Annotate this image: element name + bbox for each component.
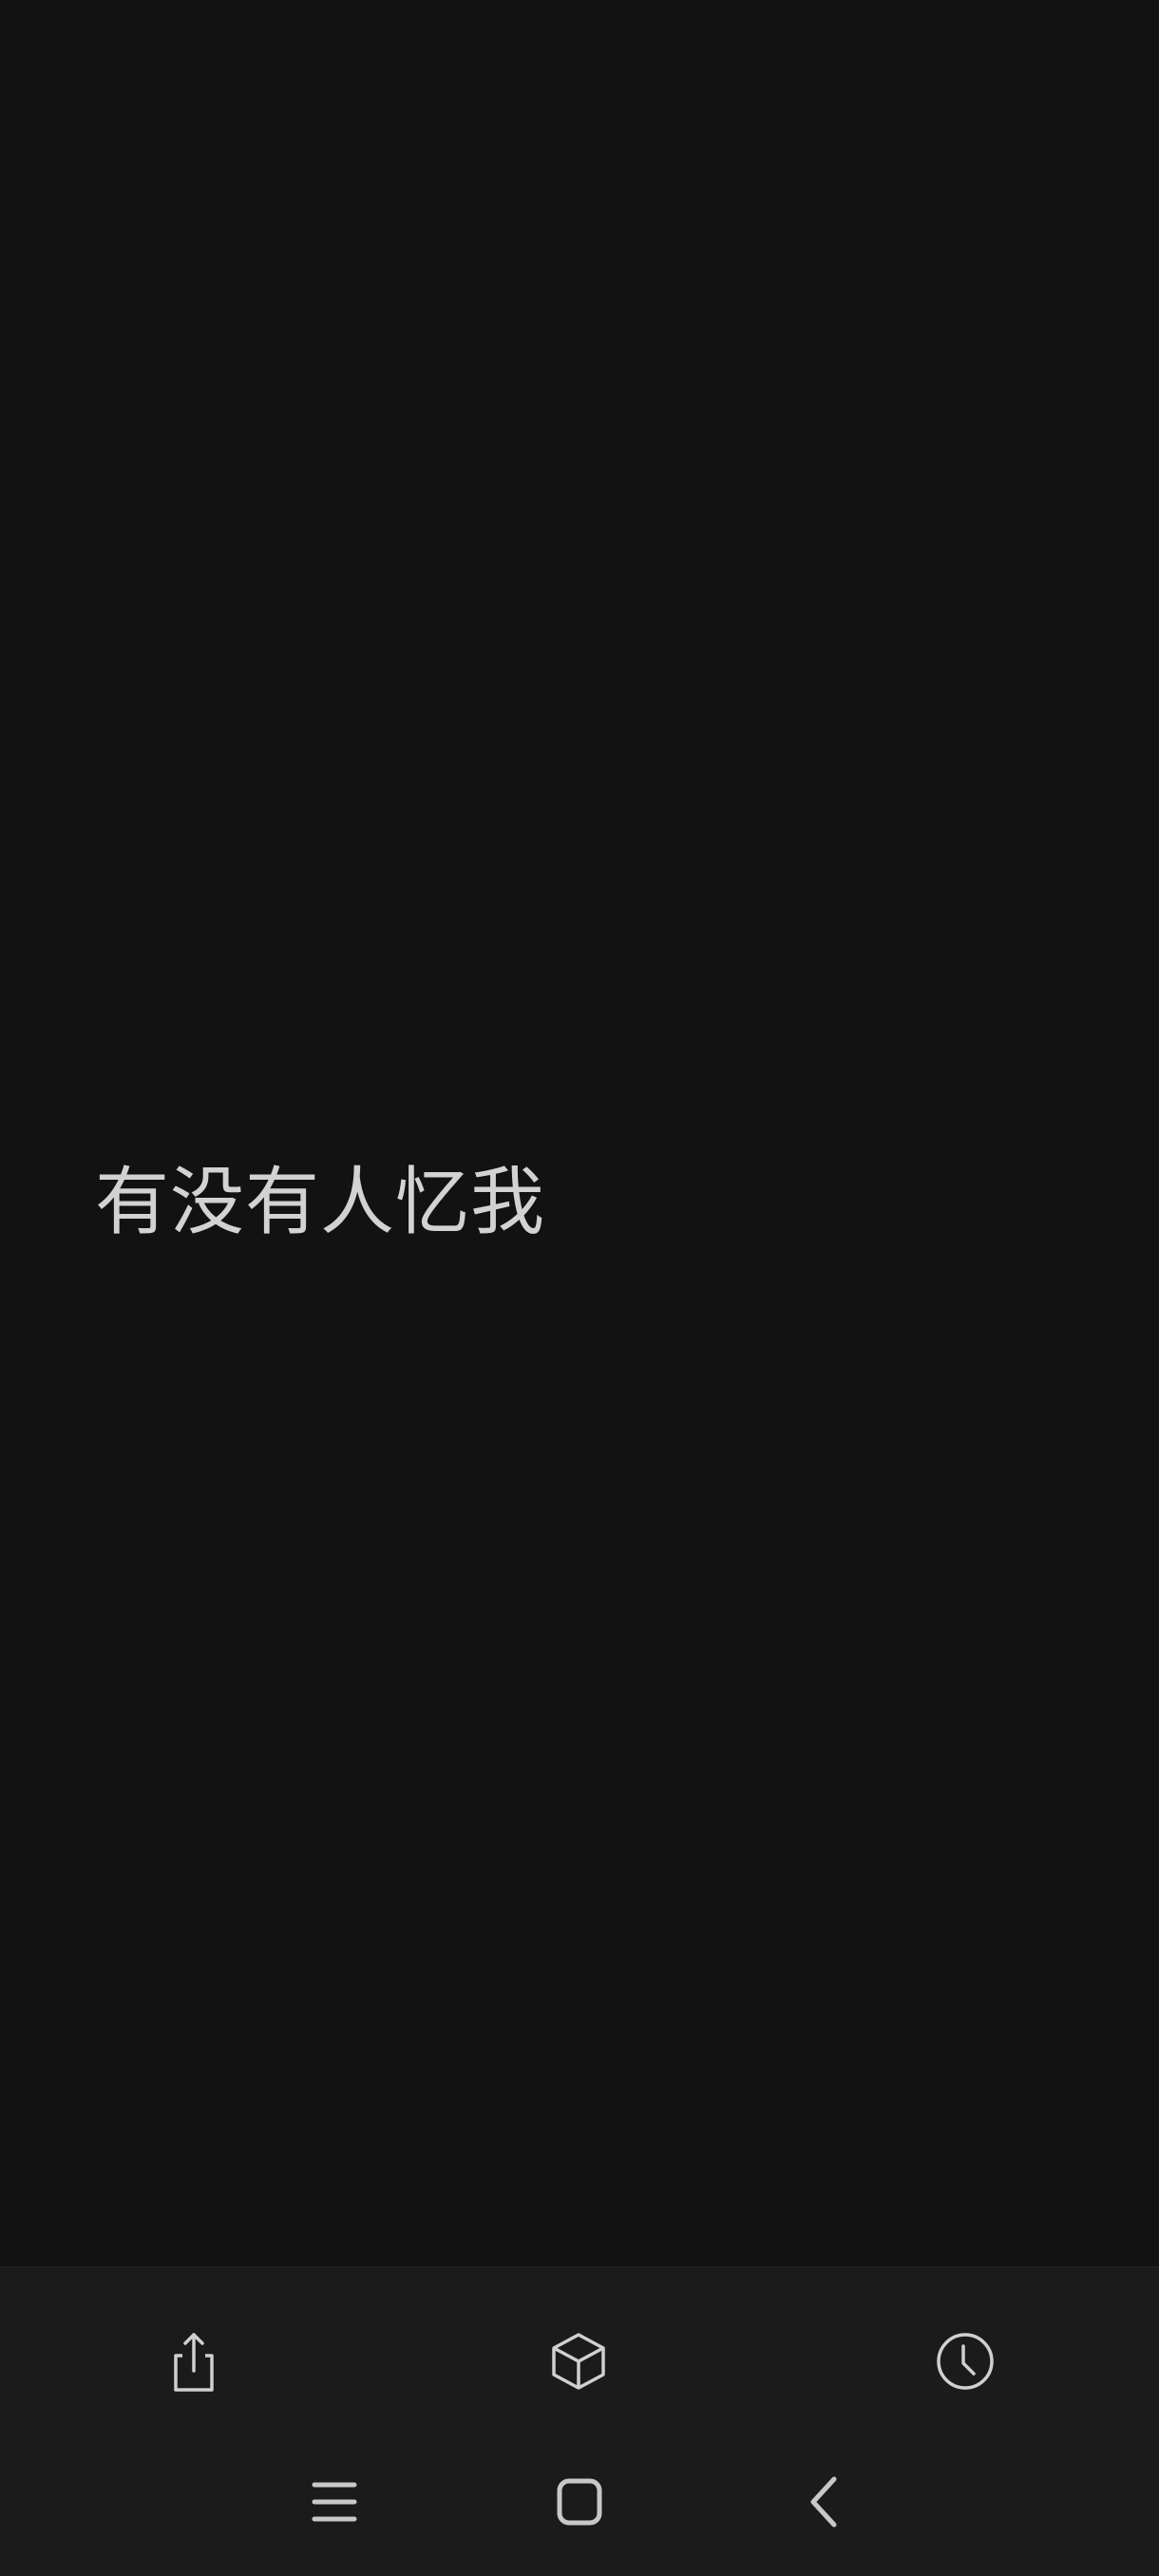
screen: 有没有人忆我 <box>0 0 1159 2576</box>
system-navigation-bar <box>0 2447 1159 2576</box>
home-icon <box>557 2478 602 2526</box>
history-button[interactable] <box>922 2319 1008 2404</box>
back-button[interactable] <box>777 2466 872 2538</box>
back-icon <box>810 2476 837 2528</box>
home-button[interactable] <box>532 2466 627 2538</box>
share-icon <box>174 2333 214 2392</box>
cube-button[interactable] <box>536 2319 621 2404</box>
note-text: 有没有人忆我 <box>95 1160 546 1245</box>
cube-icon <box>552 2333 605 2390</box>
clock-icon <box>937 2333 994 2390</box>
note-canvas[interactable]: 有没有人忆我 <box>0 0 1159 2266</box>
bottom-toolbar <box>0 2266 1159 2448</box>
recents-button[interactable] <box>287 2466 382 2538</box>
share-button[interactable] <box>151 2319 237 2404</box>
recents-icon <box>312 2482 357 2522</box>
